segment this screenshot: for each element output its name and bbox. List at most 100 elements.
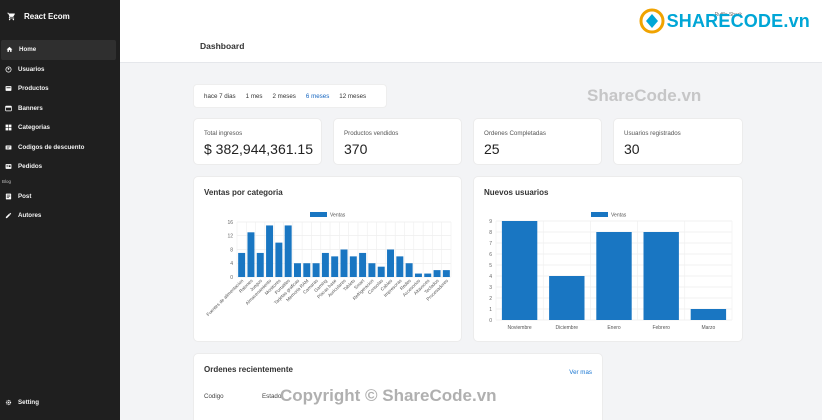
x-tick-label: Marzo (701, 325, 715, 331)
bar (266, 225, 274, 277)
y-tick-label: 5 (489, 263, 492, 269)
ver-mas-link[interactable]: Ver mas (569, 369, 592, 376)
bar (359, 252, 367, 277)
sidebar-item-label: Post (18, 192, 32, 200)
bar (549, 276, 585, 320)
range-option[interactable]: 12 meses (336, 90, 369, 103)
bar (405, 263, 413, 277)
legend-label: Ventas (330, 213, 346, 219)
column-header: Estado (262, 393, 282, 400)
cart-icon (7, 12, 15, 20)
bar (501, 221, 538, 320)
bar (424, 273, 432, 277)
logo-mark-icon (639, 8, 665, 34)
sidebar-item-label: Productos (18, 85, 49, 93)
date-range-tabs: hace 7 dias 1 mes 2 meses 6 meses 12 mes… (193, 84, 387, 108)
bar (312, 263, 320, 277)
bar (643, 232, 679, 320)
bar (377, 266, 385, 277)
sidebar-item-pedidos[interactable]: Pedidos (0, 157, 116, 177)
bar (368, 263, 376, 277)
bar (275, 242, 283, 277)
legend-swatch (310, 212, 327, 217)
bar (303, 263, 311, 277)
chart-nuevos-usuarios: 0 1 2 3 4 5 6 7 8 9 Noviembre Diciembre Enero Febrero… (489, 212, 733, 331)
sidebar-item-label: Home (19, 46, 37, 54)
bar (396, 256, 404, 277)
bar (321, 252, 329, 277)
topbar: Dashboard Ruffle Shark SHARECODE.vn (120, 0, 822, 63)
stat-card-usuarios: Usuarios registrados 30 (613, 118, 743, 165)
chart-card-categorias: Ventas por categoria 0 4 8 12 16 Fuentes de a… (193, 176, 462, 342)
x-tick-label: Noviembre (508, 325, 532, 331)
bar (690, 309, 727, 320)
stat-value: $ 382,944,361.15 (204, 141, 313, 157)
orders-title: Ordenes recientemente (204, 365, 293, 374)
y-tick-label: 9 (489, 219, 492, 225)
receipt-icon (4, 163, 12, 171)
y-tick-label: 4 (489, 274, 492, 280)
logo-text: SHARECODE.vn (666, 10, 810, 31)
bar (340, 249, 348, 277)
sidebar-item-home[interactable]: Home (1, 40, 116, 60)
sidebar-item-setting[interactable]: Setting (0, 393, 39, 413)
sidebar-item-post[interactable]: Post (0, 187, 116, 207)
brand[interactable]: React Ecom (0, 0, 120, 32)
banner-icon (4, 104, 12, 112)
sidebar-item-banners[interactable]: Banners (0, 99, 116, 119)
sidebar-item-label: Autores (18, 212, 42, 220)
sidebar-item-label: Codigos de descuento (18, 143, 85, 151)
ticket-icon (4, 143, 12, 151)
page-title: Dashboard (200, 41, 245, 51)
sidebar-item-label: Banners (18, 104, 43, 112)
chart-ventas-categoria: 0481216Fuentes de alimentacionRatonesJue… (205, 212, 452, 317)
post-icon (4, 192, 12, 200)
sidebar-nav: Home Usuarios Productos Banners Categori… (0, 40, 120, 226)
sidebar-item-codigos[interactable]: Codigos de descuento (0, 138, 116, 158)
sidebar-item-label: Usuarios (18, 65, 45, 73)
pencil-icon (4, 212, 12, 220)
y-tick-label: 16 (227, 220, 233, 226)
y-tick-label: 0 (230, 275, 233, 281)
chart-card-usuarios: Nuevos usuarios 0 1 2 3 4 5 6 7 8 9 Noviembre Dicie… (473, 176, 743, 342)
sidebar-item-usuarios[interactable]: Usuarios (0, 60, 116, 80)
bar (331, 256, 339, 277)
stat-value: 370 (344, 141, 368, 157)
x-tick-label: Fuentes de alimentacion (205, 278, 244, 317)
gear-icon (4, 398, 12, 406)
range-option[interactable]: 2 meses (270, 90, 299, 103)
stat-label: Total ingresos (204, 130, 243, 137)
sidebar-item-productos[interactable]: Productos (0, 79, 116, 99)
sidebar-item-categorias[interactable]: Categorias (0, 118, 116, 138)
stat-label: Usuarios registrados (624, 130, 681, 137)
home-icon (5, 46, 13, 54)
sidebar: React Ecom Home Usuarios Productos Banne… (0, 0, 120, 420)
y-tick-label: 3 (489, 285, 492, 291)
x-tick-label: Enero (607, 325, 621, 331)
bar (349, 256, 357, 277)
y-tick-label: 6 (489, 252, 492, 258)
range-option[interactable]: hace 7 dias (201, 90, 239, 103)
stat-value: 30 (624, 141, 640, 157)
stat-card-productos: Productos vendidos 370 (333, 118, 462, 165)
bar (414, 273, 422, 277)
y-tick-label: 0 (489, 318, 492, 324)
sidebar-item-autores[interactable]: Autores (0, 206, 116, 226)
range-option[interactable]: 1 mes (243, 90, 266, 103)
y-tick-label: 8 (230, 247, 233, 253)
sharecode-logo: SHARECODE.vn (639, 8, 810, 34)
legend-label: Ventas (611, 213, 627, 219)
grid-icon (4, 124, 12, 132)
user-icon (4, 65, 12, 73)
bar (256, 252, 264, 277)
sidebar-section-blog: Blog (2, 178, 12, 184)
x-tick-label: Febrero (652, 325, 670, 331)
range-option-selected[interactable]: 6 meses (303, 90, 332, 103)
y-tick-label: 8 (489, 230, 492, 236)
y-tick-label: 4 (230, 261, 233, 267)
bar (293, 263, 301, 277)
y-tick-label: 1 (489, 307, 492, 313)
x-tick-label: Diciembre (556, 325, 579, 331)
y-tick-label: 7 (489, 241, 492, 247)
legend-swatch (591, 212, 608, 217)
